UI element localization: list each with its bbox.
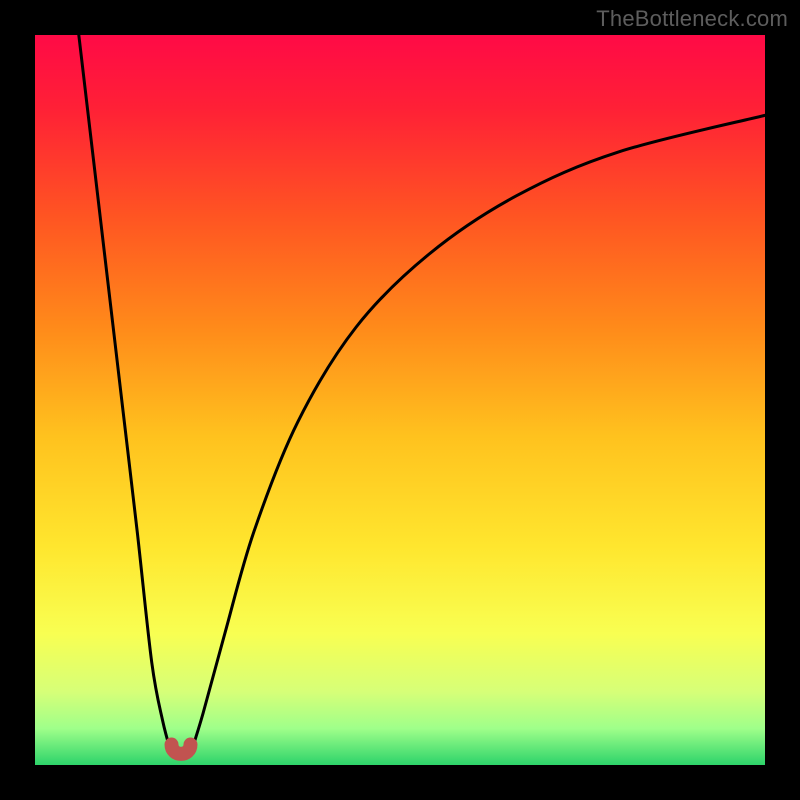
curve-left-branch bbox=[79, 35, 172, 754]
chart-frame: TheBottleneck.com bbox=[0, 0, 800, 800]
watermark-text: TheBottleneck.com bbox=[596, 6, 788, 32]
curve-layer bbox=[35, 35, 765, 765]
plot-area bbox=[35, 35, 765, 765]
optimal-marker-icon bbox=[172, 745, 191, 754]
curve-right-branch bbox=[190, 115, 765, 754]
